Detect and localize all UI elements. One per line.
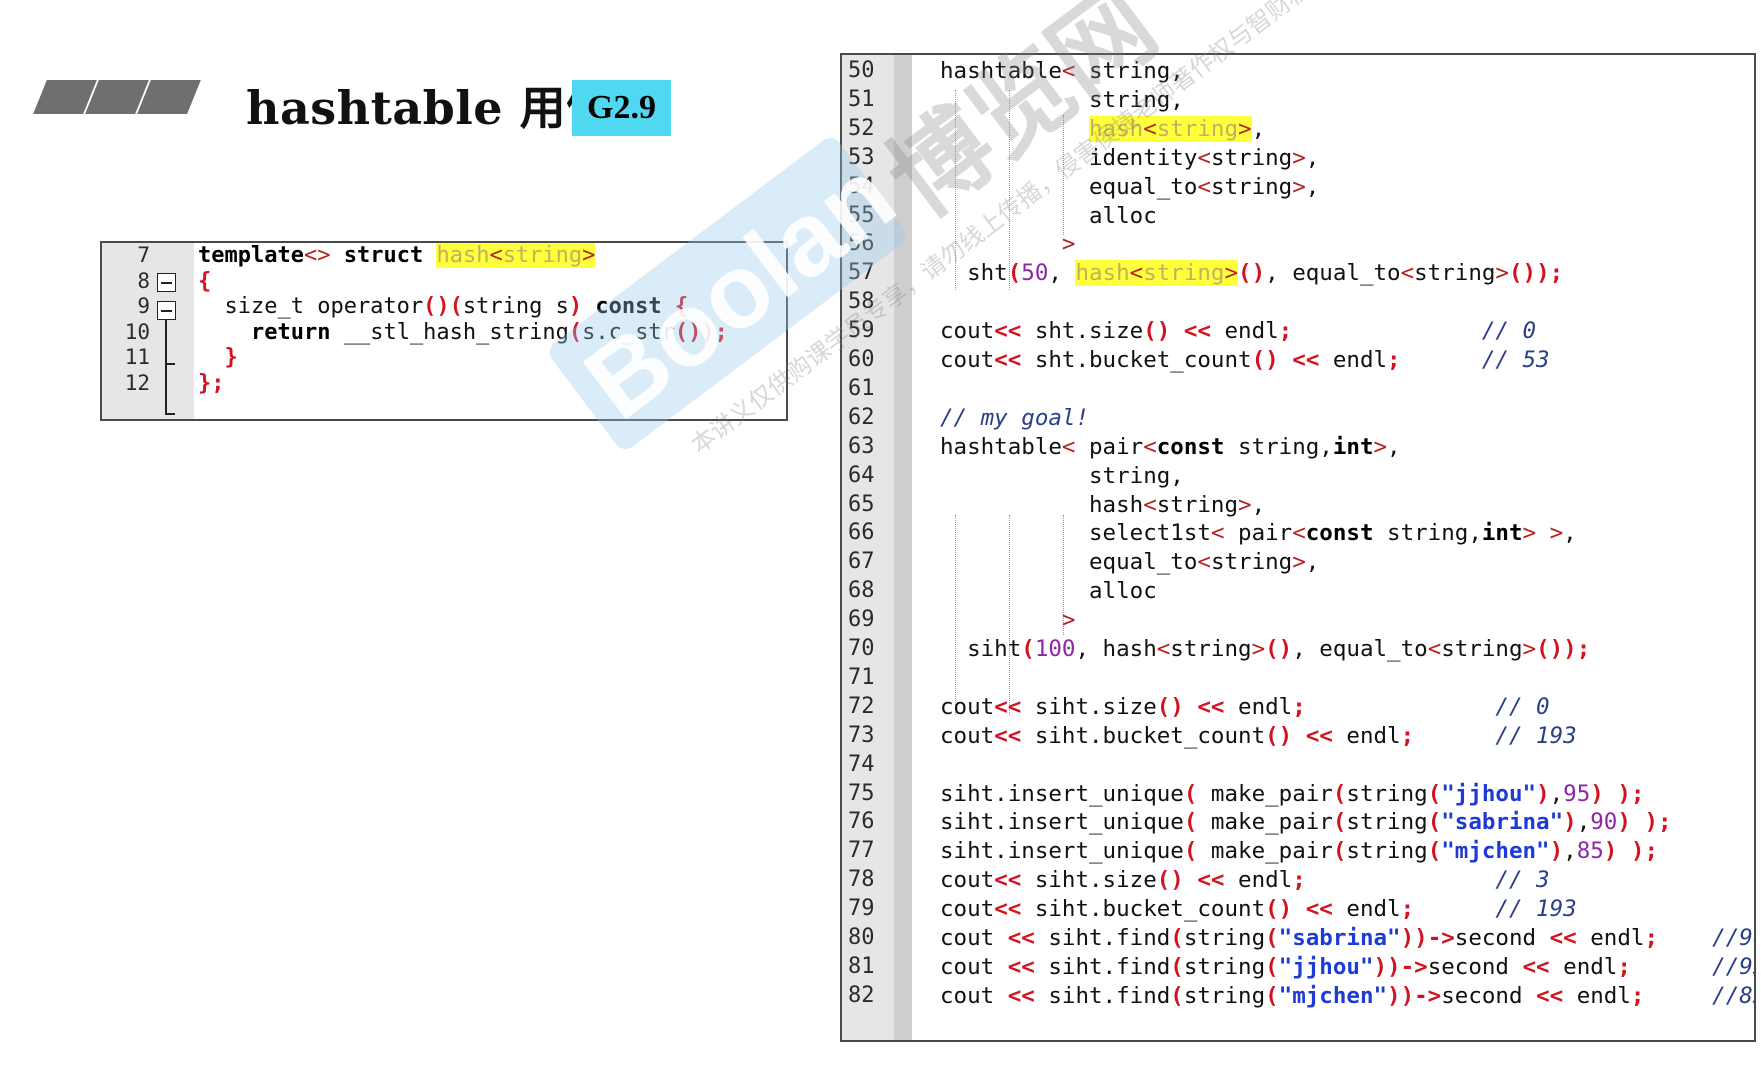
- code-line: hashtable< pair<const string,int>,: [940, 433, 1401, 460]
- code-line: >: [1061, 231, 1076, 258]
- code-line: cout<< siht.size() << endl; // 0: [940, 693, 1550, 720]
- code-line: hash<string>,: [940, 491, 1266, 518]
- version-badge: G2.9: [572, 80, 671, 136]
- fold-toggle-icon[interactable]: [157, 273, 176, 292]
- code-line: string,: [940, 462, 1184, 489]
- fold-end-marker: [165, 363, 175, 365]
- line-number: 67: [848, 549, 875, 575]
- code-line: cout<< sht.size() << endl; // 0: [940, 318, 1537, 345]
- code-line: cout<< siht.bucket_count() << endl; // 1…: [940, 722, 1577, 749]
- line-number: 78: [848, 867, 875, 893]
- code-line: cout<< siht.bucket_count() << endl; // 1…: [940, 896, 1577, 923]
- title-decoration-bars: [32, 80, 201, 114]
- code-line: >: [1061, 607, 1076, 634]
- line-number: 11: [124, 345, 150, 369]
- line-number: 68: [848, 578, 875, 604]
- code-line: siht.insert_unique( make_pair(string("jj…: [940, 780, 1645, 807]
- line-number: 55: [848, 202, 875, 228]
- code-line: equal_to<string>,: [940, 173, 1320, 200]
- line-number: 52: [848, 115, 875, 141]
- code-line: cout << siht.find(string("sabrina"))->se…: [940, 925, 1754, 951]
- line-number: 80: [848, 925, 875, 950]
- code-line: identity<string>,: [940, 144, 1320, 171]
- line-number: 76: [848, 809, 875, 835]
- code-line: siht(100, hash<string>(), equal_to<strin…: [940, 636, 1591, 662]
- code-line: cout << siht.find(string("jjhou"))->seco…: [940, 953, 1754, 980]
- line-number: 59: [848, 318, 875, 344]
- gutter-margin: [894, 55, 912, 1040]
- line-number: 58: [848, 289, 875, 315]
- code-line: select1st< pair<const string,int> >,: [940, 520, 1577, 547]
- code-line: sht(50, hash<string>(), equal_to<string>…: [940, 260, 1564, 287]
- line-number: 62: [848, 404, 875, 430]
- line-number: 57: [848, 260, 875, 286]
- fold-guide-line: [165, 320, 167, 415]
- code-line: {: [198, 268, 212, 294]
- line-number: 70: [848, 636, 875, 661]
- code-line: hashtable< string,: [940, 58, 1184, 84]
- line-number: 10: [124, 319, 150, 344]
- line-number: 60: [848, 347, 875, 372]
- line-number: 53: [848, 144, 875, 170]
- code-line: cout<< siht.size() << endl; // 3: [940, 867, 1550, 894]
- line-number: 9: [137, 294, 150, 318]
- line-number: 69: [848, 607, 875, 633]
- code-line: cout << siht.find(string("mjchen"))->sec…: [940, 982, 1754, 1009]
- code-line: alloc: [940, 202, 1157, 229]
- line-number: 56: [848, 231, 875, 257]
- code-line: siht.insert_unique( make_pair(string("sa…: [940, 809, 1672, 836]
- line-number: 72: [848, 693, 875, 719]
- code-line: siht.insert_unique( make_pair(string("mj…: [940, 838, 1658, 865]
- slide-title: hashtable 用例: [246, 81, 613, 135]
- hashtable-usage-listing: 50 51 52 53 54 55 56 57 58 59 60 61 62 63 64 65 66 67 68 69…: [840, 53, 1756, 1042]
- code-line: size_t operator()(string s) const {: [198, 294, 689, 319]
- line-number: 79: [848, 896, 875, 922]
- code-line: string,: [940, 86, 1184, 113]
- code-line: }: [224, 345, 238, 370]
- line-number: 61: [848, 375, 875, 401]
- line-number: 73: [848, 722, 875, 748]
- line-number: 81: [848, 953, 875, 979]
- code-line: return __stl_hash_string(s.c_str());: [250, 319, 728, 345]
- line-number: 66: [848, 520, 875, 546]
- line-number: 54: [848, 173, 875, 199]
- code-line: };: [198, 370, 225, 396]
- hash-specialization-snippet: 7 8 9 10 11 12 template<> struct hash<string>{…: [100, 241, 788, 421]
- line-number: 71: [848, 664, 875, 690]
- line-number: 74: [848, 751, 875, 777]
- line-number: 7: [137, 243, 150, 267]
- line-number: 82: [848, 982, 875, 1008]
- line-number: 50: [848, 58, 875, 83]
- code-line: equal_to<string>,: [940, 549, 1320, 576]
- line-number: 12: [124, 370, 150, 395]
- line-number: 8: [137, 268, 150, 293]
- code-line: alloc: [940, 578, 1157, 605]
- code-line: template<> struct hash<string>: [198, 243, 596, 268]
- fold-end-marker: [165, 413, 175, 415]
- line-number: 65: [848, 491, 875, 517]
- code-line: hash<string>,: [1089, 115, 1266, 142]
- line-number: 51: [848, 86, 875, 112]
- code-line: cout<< sht.bucket_count() << endl; // 53: [940, 347, 1550, 373]
- code-line: // my goal!: [940, 404, 1090, 431]
- line-number: 63: [848, 433, 875, 459]
- line-number: 77: [848, 838, 875, 864]
- fold-toggle-icon[interactable]: [157, 301, 176, 320]
- line-number: 75: [848, 780, 875, 806]
- line-number: 64: [848, 462, 875, 488]
